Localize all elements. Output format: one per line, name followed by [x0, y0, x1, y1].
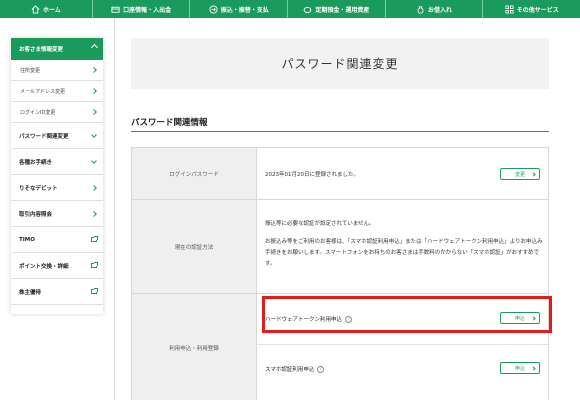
global-nav: ホーム 口座情報・入出金 振込・振替・支払 定期預金・運用資産 お借入れ その他… [0, 0, 580, 18]
sidebar-item-label: 各種お手続き [19, 159, 53, 166]
sidebar-item-procedures[interactable]: 各種お手続き [11, 149, 103, 175]
row-value-cell: 振込等に必要な認証が設定されていません。 お振込み等をご利用のお客様は、「スマホ… [257, 200, 548, 293]
sidebar-item-label: 取引内容照会 [19, 211, 53, 218]
sidebar-item-label: TIMO [19, 236, 35, 243]
chevron-right-icon [531, 172, 536, 177]
chevron-right-icon [91, 184, 97, 191]
row-label: 利用申込・利用登録 [132, 294, 257, 400]
button-label: 変更 [514, 171, 525, 178]
sidebar-item-debit[interactable]: りそなデビット [11, 175, 103, 201]
sidebar-item-points[interactable]: ポイント交換・詳細 [11, 253, 103, 279]
sidebar-item-label: ポイント交換・詳細 [19, 263, 69, 270]
external-link-icon [91, 235, 98, 242]
button-label: 申込 [514, 365, 525, 372]
table-row-login-password: ログインパスワード 2023年01月20日に登録されました。 変更 [132, 148, 548, 200]
external-link-icon [91, 287, 98, 294]
sidebar-subitem-label: メールアドレス変更 [20, 88, 66, 95]
nav-home[interactable]: ホーム [0, 0, 93, 18]
help-icon[interactable]: ? [317, 365, 325, 373]
nav-label: その他サービス [516, 6, 559, 14]
auth-not-set-text: 振込等に必要な認証が設定されていません。 [265, 221, 375, 227]
row-label: 現在の認証方法 [132, 200, 257, 293]
smartphone-auth-text: スマホ認証利用申込 [265, 367, 315, 373]
sidebar-item-label: りそなデビット [19, 185, 58, 192]
sidebar-subitem-address[interactable]: 住所変更 [11, 60, 103, 81]
card-icon [111, 6, 120, 13]
chevron-right-icon [91, 109, 97, 115]
nav-label: ホーム [42, 6, 61, 14]
nav-label: お借入れ [428, 6, 453, 14]
sidebar-subitem-login-id[interactable]: ログインID変更 [11, 102, 103, 123]
section-underline [131, 131, 549, 132]
password-info-table: ログインパスワード 2023年01月20日に登録されました。 変更 現在の認証方… [131, 147, 549, 400]
content-divider [114, 18, 115, 400]
sidebar-item-label: 株主優待 [19, 289, 42, 296]
home-icon [31, 4, 40, 14]
chevron-down-icon [91, 157, 97, 164]
change-password-button[interactable]: 変更 [500, 168, 540, 180]
highlight-box [262, 296, 552, 333]
sidebar-item-transactions[interactable]: 取引内容照会 [11, 201, 103, 227]
sidebar-item-password[interactable]: パスワード関連変更 [11, 123, 103, 149]
page-title: パスワード関連変更 [131, 38, 549, 89]
sidebar-subitem-label: 住所変更 [20, 67, 41, 74]
chevron-up-icon [90, 43, 99, 52]
chevron-right-icon [91, 88, 97, 94]
password-registered-text: 2023年01月20日に登録されました。 [265, 172, 359, 178]
chevron-right-icon [91, 210, 97, 217]
grid-icon [505, 4, 514, 14]
row-value-cell: 2023年01月20日に登録されました。 変更 [257, 148, 548, 199]
sidebar-subitem-label: ログインID変更 [20, 109, 56, 116]
sidebar-item-timo[interactable]: TIMO [11, 227, 103, 253]
sidebar-header-label: お客さま情報変更 [19, 47, 64, 53]
nav-label: 口座情報・入出金 [123, 6, 172, 14]
chevron-down-icon [91, 131, 97, 138]
smartphone-auth-apply-button[interactable]: 申込 [500, 362, 540, 374]
row-divider [257, 344, 548, 345]
sidebar-header-customer-info[interactable]: お客さま情報変更 [11, 38, 103, 60]
nav-account[interactable]: 口座情報・入出金 [93, 0, 191, 18]
transfer-icon [209, 4, 218, 14]
table-row-auth-method: 現在の認証方法 振込等に必要な認証が設定されていません。 お振込み等をご利用のお… [132, 200, 548, 294]
nav-loan[interactable]: お借入れ [386, 0, 484, 18]
nav-other[interactable]: その他サービス [483, 0, 580, 18]
sidebar: お客さま情報変更 住所変更 メールアドレス変更 ログインID変更 パスワード関連… [11, 38, 103, 314]
nav-transfer[interactable]: 振込・振替・支払 [190, 0, 289, 18]
section-title: パスワード関連情報 [131, 118, 208, 128]
sidebar-item-shareholder[interactable]: 株主優待 [11, 279, 103, 305]
auth-guidance-text: お振込み等をご利用のお客様は、「スマホ認証利用申込」または「ハードウェアトークン… [265, 239, 543, 267]
piggy-icon [304, 6, 312, 13]
chevron-right-icon [531, 366, 536, 371]
sidebar-subitem-email[interactable]: メールアドレス変更 [11, 81, 103, 102]
sidebar-item-label: パスワード関連変更 [19, 133, 69, 140]
external-link-icon [91, 261, 98, 268]
row-label: ログインパスワード [132, 148, 257, 199]
chevron-right-icon [91, 67, 97, 73]
nav-label: 振込・振替・支払 [220, 6, 269, 14]
moneybag-icon [417, 5, 424, 14]
nav-deposit[interactable]: 定期預金・運用資産 [288, 0, 386, 18]
smartphone-auth-apply-label: スマホ認証利用申込 ? [265, 365, 325, 373]
nav-label: 定期預金・運用資産 [315, 6, 370, 14]
